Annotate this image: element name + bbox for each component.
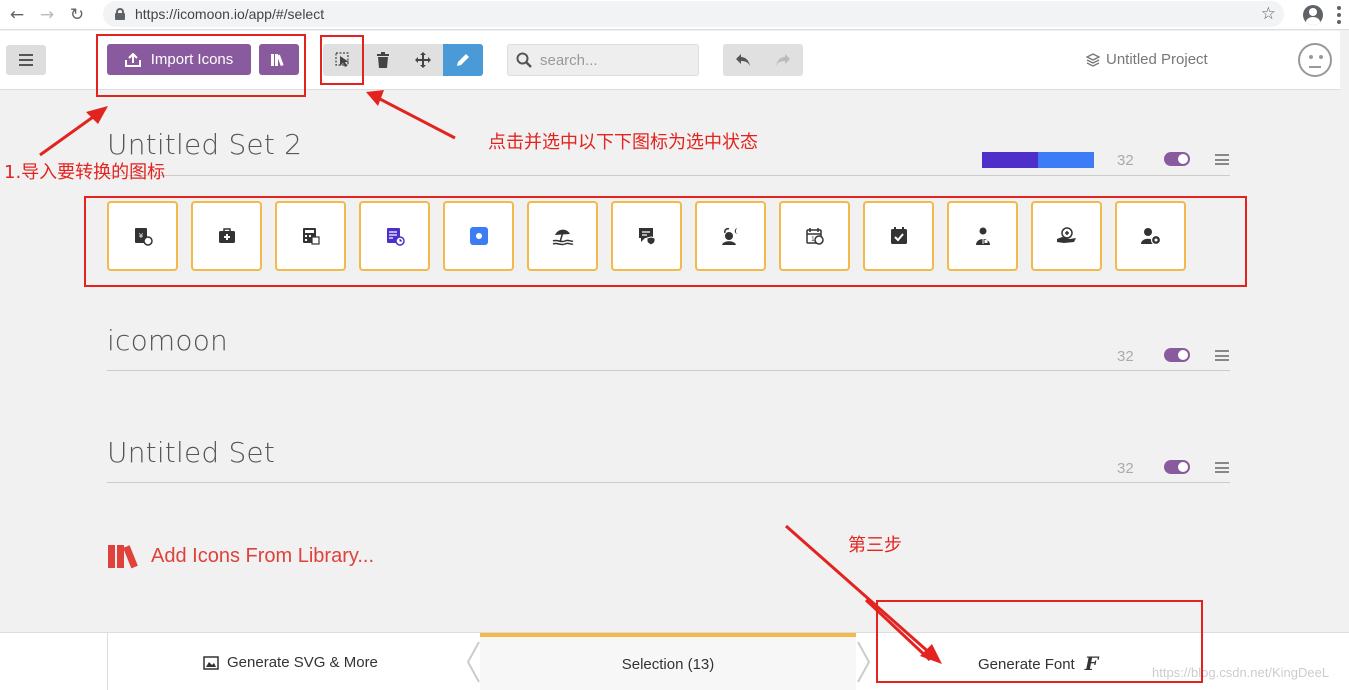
edit-tool-button[interactable] — [443, 44, 483, 76]
annotation-box-icons — [84, 196, 1247, 287]
user-face-icon[interactable] — [1298, 43, 1332, 77]
library-books-icon — [108, 545, 138, 569]
set-menu-icon[interactable] — [1215, 350, 1229, 361]
annotation-step1: 1.导入要转换的图标 — [4, 162, 166, 183]
icon-set-untitled-set: Untitled Set — [107, 436, 1230, 469]
set-title[interactable]: Untitled Set — [107, 436, 1230, 469]
set-divider — [107, 370, 1230, 371]
main-menu-button[interactable] — [6, 45, 46, 75]
annotation-box-import — [96, 34, 306, 97]
browser-chrome: ← → ↻ https://icomoon.io/app/#/select ☆ — [0, 0, 1349, 30]
browser-menu-icon[interactable] — [1337, 6, 1341, 24]
set-menu-icon[interactable] — [1215, 154, 1229, 165]
redo-button[interactable] — [763, 44, 803, 76]
generate-svg-label: Generate SVG & More — [227, 654, 378, 671]
address-bar[interactable]: https://icomoon.io/app/#/select ☆ — [103, 1, 1284, 27]
set-toggle[interactable] — [1164, 460, 1190, 474]
trash-icon — [377, 52, 389, 68]
layers-icon — [1086, 52, 1100, 67]
add-icons-from-library-link[interactable]: Add Icons From Library... — [107, 543, 374, 569]
annotation-step3: 第三步 — [848, 535, 902, 556]
arrow-step1 — [39, 110, 101, 157]
reload-icon[interactable]: ↻ — [64, 2, 90, 28]
undo-button[interactable] — [723, 44, 763, 76]
star-icon[interactable]: ☆ — [1261, 4, 1276, 24]
project-name: Untitled Project — [1106, 51, 1208, 68]
chevron-left-icon — [466, 641, 480, 683]
search-box — [507, 44, 699, 76]
lock-icon — [115, 8, 125, 20]
set-icon-count: 32 — [1117, 460, 1134, 477]
search-input[interactable] — [540, 51, 690, 69]
move-icon — [415, 52, 431, 68]
pencil-icon — [457, 54, 469, 66]
undo-icon — [736, 54, 750, 66]
generate-svg-button[interactable]: Generate SVG & More — [203, 654, 378, 671]
delete-tool-button[interactable] — [363, 44, 403, 76]
chevron-right-icon — [857, 641, 871, 683]
annotation-box-select-tool — [320, 35, 364, 85]
set-title[interactable]: icomoon — [107, 324, 1230, 357]
selection-label: Selection (13) — [621, 655, 715, 673]
set-divider — [107, 482, 1230, 483]
annotation-box-generate-font — [876, 600, 1203, 683]
image-icon — [203, 655, 219, 670]
annotation-step2: 点击并选中以下下图标为选中状态 — [488, 132, 758, 153]
selection-tab[interactable]: Selection (13) — [480, 633, 856, 690]
set-icon-count: 32 — [1117, 152, 1134, 169]
set-toggle[interactable] — [1164, 152, 1190, 166]
add-icons-label: Add Icons From Library... — [151, 544, 375, 567]
color-swatch-bar — [982, 152, 1094, 168]
icon-set-icomoon: icomoon — [107, 324, 1230, 357]
set-divider — [107, 175, 1230, 176]
back-icon[interactable]: ← — [4, 2, 30, 28]
set-menu-icon[interactable] — [1215, 462, 1229, 473]
search-icon — [516, 52, 532, 68]
set-icon-count: 32 — [1117, 348, 1134, 365]
set-toggle[interactable] — [1164, 348, 1190, 362]
profile-avatar-icon[interactable] — [1303, 5, 1323, 25]
forward-icon[interactable]: → — [34, 2, 60, 28]
history-tool-group — [723, 44, 803, 76]
move-tool-button[interactable] — [403, 44, 443, 76]
redo-icon — [776, 54, 790, 66]
url-text: https://icomoon.io/app/#/select — [135, 6, 325, 22]
project-name-button[interactable]: Untitled Project — [1086, 51, 1208, 68]
